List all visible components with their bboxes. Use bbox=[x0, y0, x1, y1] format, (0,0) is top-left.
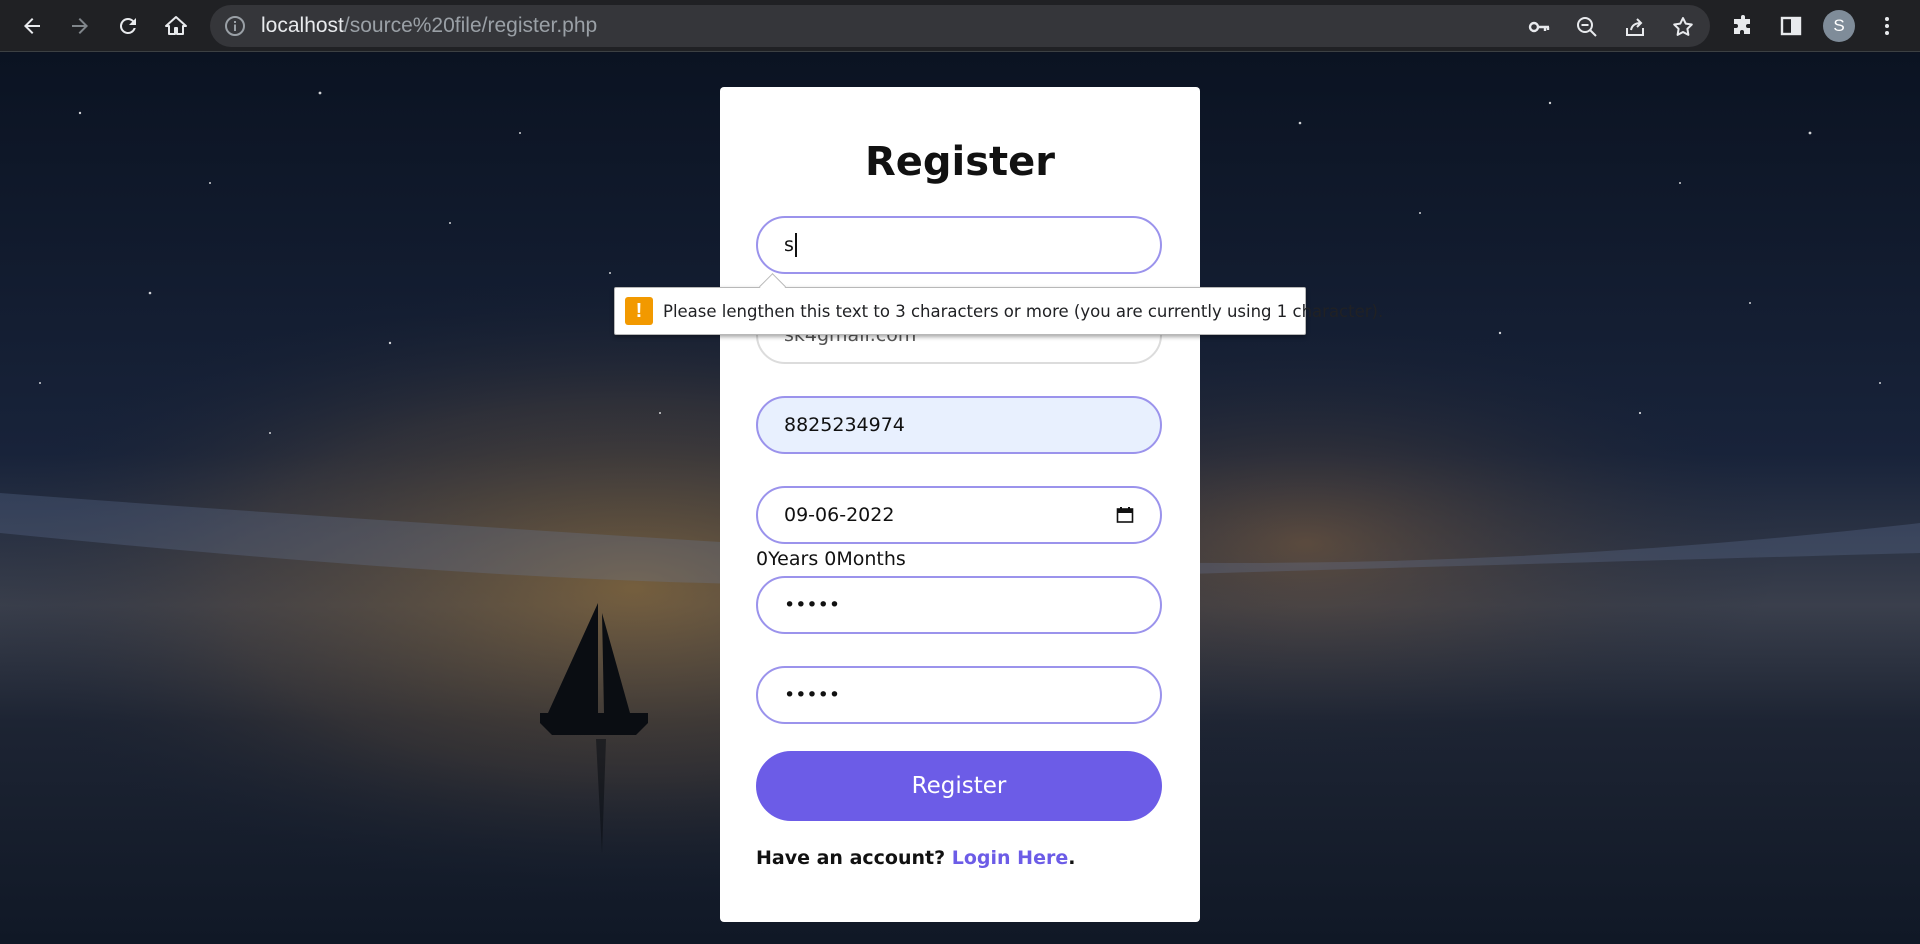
confirm-password-input[interactable]: ••••• bbox=[756, 666, 1162, 724]
side-panel-icon[interactable] bbox=[1777, 12, 1805, 40]
browser-toolbar: localhost/source%20file/register.php S bbox=[0, 0, 1920, 52]
validation-tooltip: ! Please lengthen this text to 3 charact… bbox=[614, 273, 1383, 335]
reload-icon[interactable] bbox=[112, 10, 144, 42]
url-host: localhost bbox=[261, 14, 344, 37]
avatar-letter: S bbox=[1833, 16, 1845, 35]
back-icon[interactable] bbox=[16, 10, 48, 42]
dob-input[interactable]: 09-06-2022 bbox=[756, 486, 1162, 544]
text-caret bbox=[794, 233, 797, 257]
menu-icon[interactable] bbox=[1873, 12, 1901, 40]
password-value: ••••• bbox=[784, 594, 841, 616]
calendar-icon[interactable] bbox=[1116, 506, 1134, 524]
url-text[interactable]: localhost/source%20file/register.php bbox=[261, 5, 597, 47]
validation-message: Please lengthen this text to 3 character… bbox=[663, 302, 1384, 321]
address-bar[interactable]: localhost/source%20file/register.php bbox=[210, 5, 1710, 47]
password-input[interactable]: ••••• bbox=[756, 576, 1162, 634]
url-path: /source%20file/register.php bbox=[343, 14, 598, 37]
dob-value: 09-06-2022 bbox=[784, 504, 895, 526]
username-value: s bbox=[784, 234, 794, 256]
age-text: 0Years 0Months bbox=[756, 548, 906, 570]
register-card: Register s sk4gmail.com 8825234974 09-06… bbox=[720, 87, 1200, 922]
info-icon[interactable] bbox=[224, 15, 246, 37]
page-title: Register bbox=[864, 139, 1056, 185]
account-prompt-text: Have an account? bbox=[756, 847, 946, 869]
share-icon[interactable] bbox=[1623, 15, 1647, 39]
login-link[interactable]: Login Here bbox=[952, 847, 1068, 869]
star-icon[interactable] bbox=[1671, 15, 1695, 39]
phone-value: 8825234974 bbox=[784, 414, 905, 436]
username-input[interactable]: s bbox=[756, 216, 1162, 274]
login-suffix: . bbox=[1068, 847, 1076, 869]
forward-icon[interactable] bbox=[64, 10, 96, 42]
login-prompt: Have an account? Login Here. bbox=[756, 847, 1075, 869]
home-icon[interactable] bbox=[160, 10, 192, 42]
warning-icon: ! bbox=[625, 297, 653, 325]
zoom-out-icon[interactable] bbox=[1575, 15, 1599, 39]
key-icon[interactable] bbox=[1527, 15, 1551, 39]
register-button[interactable]: Register bbox=[756, 751, 1162, 821]
profile-avatar[interactable]: S bbox=[1823, 10, 1855, 42]
extensions-icon[interactable] bbox=[1729, 12, 1757, 40]
phone-input[interactable]: 8825234974 bbox=[756, 396, 1162, 454]
confirm-password-value: ••••• bbox=[784, 684, 841, 706]
